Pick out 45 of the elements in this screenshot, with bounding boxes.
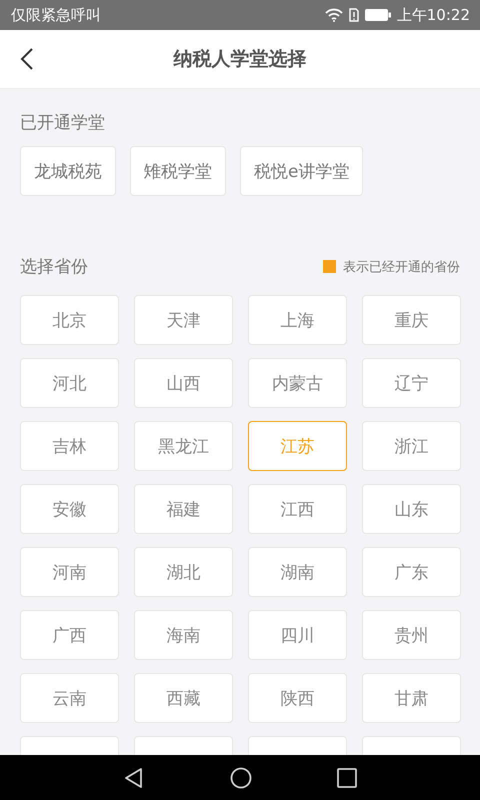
section-heading: 选择省份	[20, 256, 88, 278]
carrier-text: 仅限紧急呼叫	[11, 6, 101, 24]
province-button[interactable]: 天津	[134, 295, 233, 345]
province-button[interactable]: 西藏	[134, 673, 233, 723]
sim-alert-icon	[348, 8, 359, 22]
province-button[interactable]: 四川	[248, 610, 347, 660]
province-button[interactable]: 安徽	[20, 484, 119, 534]
clock-text: 上午10:22	[396, 6, 470, 24]
province-button[interactable]: 陕西	[248, 673, 347, 723]
province-button[interactable]: 湖北	[134, 547, 233, 597]
battery-icon	[364, 9, 391, 21]
province-button[interactable]: 福建	[134, 484, 233, 534]
province-button[interactable]: 江西	[248, 484, 347, 534]
recents-icon[interactable]	[337, 768, 357, 788]
legend-swatch	[323, 260, 336, 273]
province-button[interactable]: 河北	[20, 358, 119, 408]
province-button[interactable]: 辽宁	[362, 358, 461, 408]
section-heading: 已开通学堂	[20, 112, 106, 134]
wifi-icon	[324, 8, 343, 22]
province-button[interactable]: 山西	[134, 358, 233, 408]
province-button[interactable]: 广东	[362, 547, 461, 597]
legend-text: 表示已经开通的省份	[343, 258, 460, 276]
academy-chip[interactable]: 税悦e讲学堂	[240, 146, 364, 196]
province-button[interactable]: 江苏	[248, 421, 347, 471]
back-icon[interactable]	[123, 766, 145, 788]
province-button[interactable]: 吉林	[20, 421, 119, 471]
province-button[interactable]: 内蒙古	[248, 358, 347, 408]
province-button[interactable]: 上海	[248, 295, 347, 345]
province-button[interactable]: 广西	[20, 610, 119, 660]
province-button[interactable]: 浙江	[362, 421, 461, 471]
province-button[interactable]: 湖南	[248, 547, 347, 597]
province-button[interactable]: 重庆	[362, 295, 461, 345]
province-button[interactable]: 黑龙江	[134, 421, 233, 471]
province-button[interactable]: 海南	[134, 610, 233, 660]
academy-chip[interactable]: 龙城税苑	[20, 146, 116, 196]
province-button[interactable]: 山东	[362, 484, 461, 534]
page-title: 纳税人学堂选择	[174, 47, 306, 72]
province-button[interactable]: 贵州	[362, 610, 461, 660]
chevron-left-icon	[20, 47, 34, 71]
province-button[interactable]: 云南	[20, 673, 119, 723]
province-button[interactable]: 北京	[20, 295, 119, 345]
province-button[interactable]: 河南	[20, 547, 119, 597]
academy-chip[interactable]: 雉税学堂	[130, 146, 226, 196]
home-icon[interactable]	[230, 766, 252, 788]
province-button[interactable]: 甘肃	[362, 673, 461, 723]
